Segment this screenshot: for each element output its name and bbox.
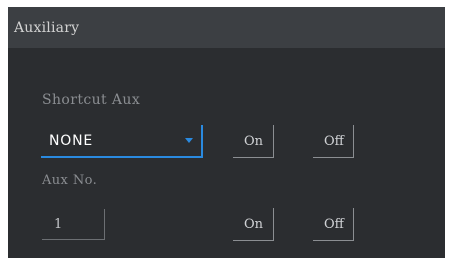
chevron-down-icon (185, 138, 193, 143)
shortcut-aux-off-label: Off (324, 134, 344, 149)
aux-no-off-button[interactable]: Off (313, 208, 354, 241)
shortcut-aux-selected-value: NONE (49, 133, 94, 149)
panel-header: Auxiliary (8, 7, 445, 48)
shortcut-aux-off-button[interactable]: Off (313, 125, 354, 158)
aux-no-off-label: Off (324, 217, 344, 232)
shortcut-aux-label: Shortcut Aux (42, 92, 141, 108)
shortcut-aux-on-label: On (244, 134, 264, 149)
panel-title: Auxiliary (14, 20, 80, 36)
aux-no-input[interactable]: 1 (42, 209, 105, 240)
aux-no-on-label: On (244, 217, 264, 232)
aux-no-value: 1 (54, 217, 63, 232)
aux-no-label: Aux No. (42, 173, 98, 188)
shortcut-aux-on-button[interactable]: On (233, 125, 274, 158)
auxiliary-panel: Auxiliary Shortcut Aux NONE On Off Aux N… (8, 7, 445, 258)
shortcut-aux-select[interactable]: NONE (41, 125, 203, 158)
aux-no-on-button[interactable]: On (233, 208, 274, 241)
